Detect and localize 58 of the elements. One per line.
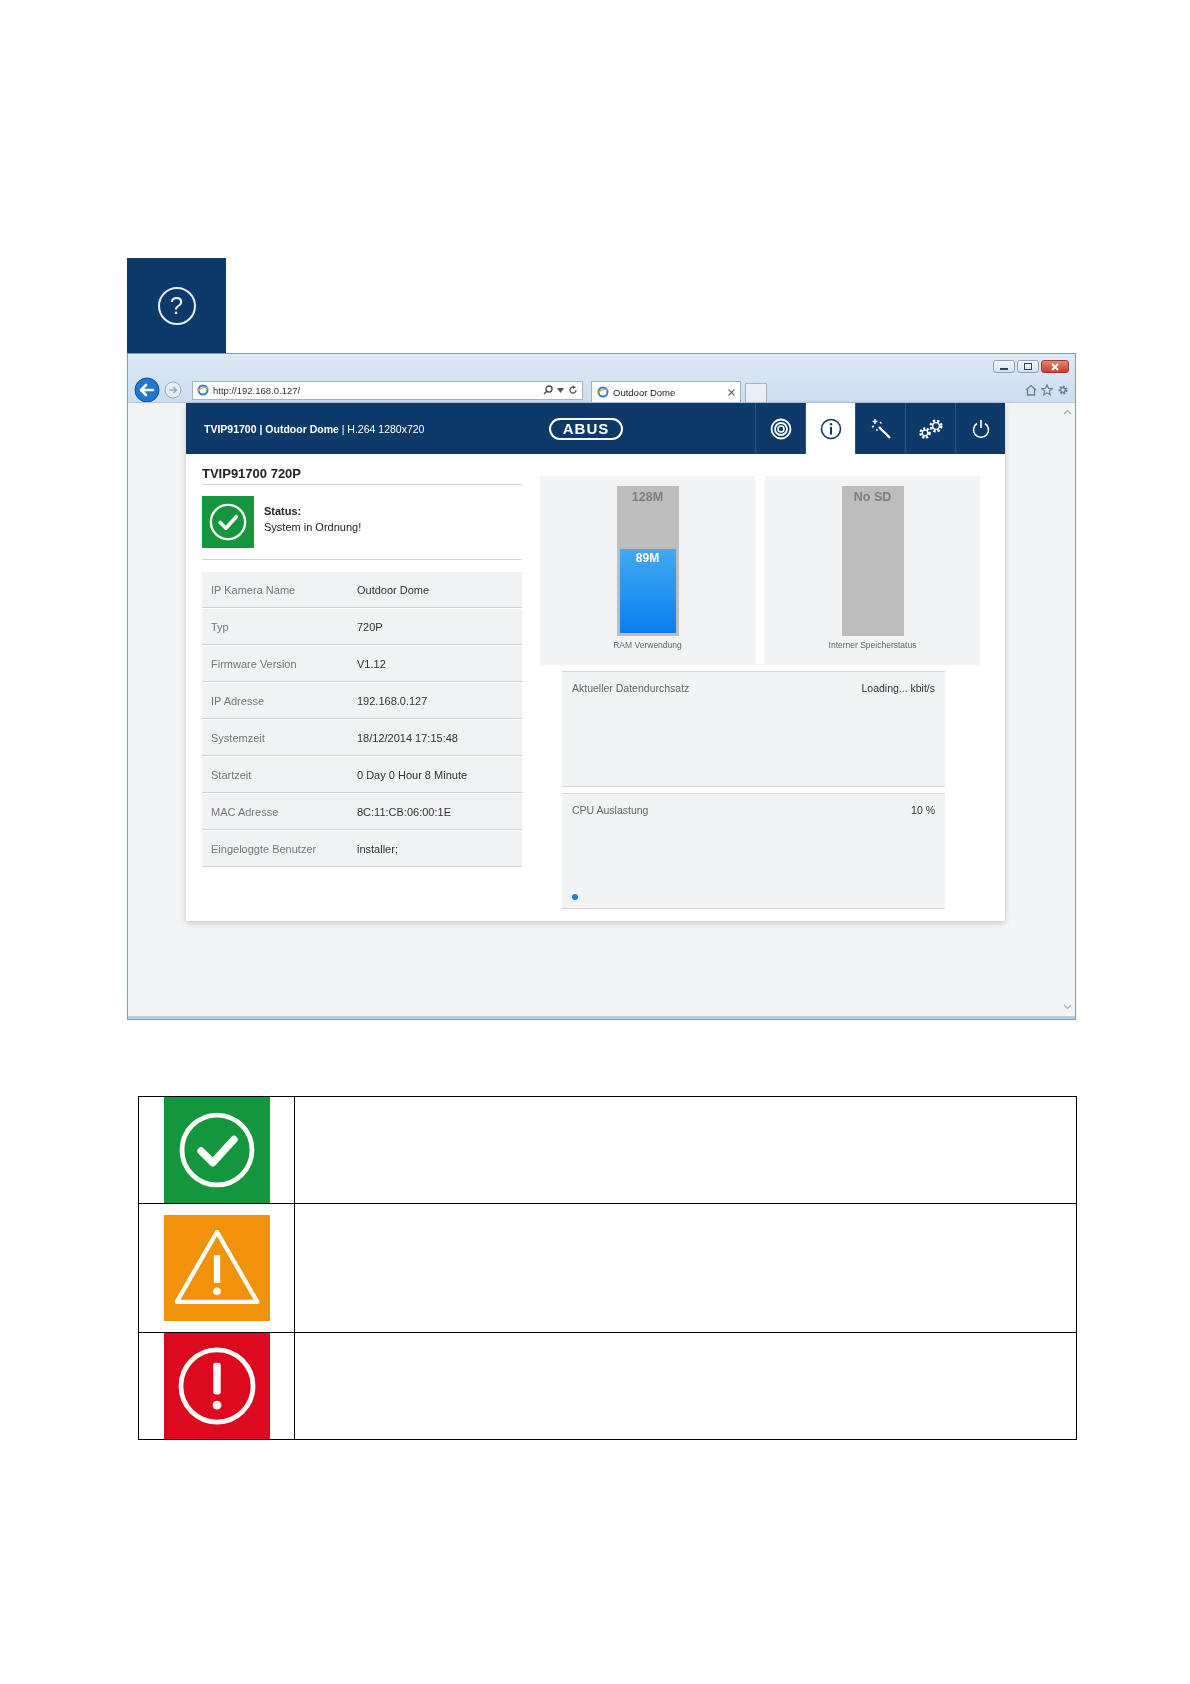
gauge-caption: Interner Speicherstatus [828,640,917,650]
error-icon [163,1333,270,1439]
maximize-button[interactable] [1017,360,1039,373]
graph-title: CPU Auslastung [572,804,649,816]
back-icon[interactable] [134,377,160,403]
check-icon [163,1097,270,1203]
device-title: TVIP91700 720P [202,466,522,485]
field-value: 192.168.0.127 [357,694,428,707]
maximize-icon [1024,363,1032,370]
field-value: installer; [357,842,398,855]
info-icon [819,417,842,440]
status-message: System in Ordnung! [264,521,362,533]
help-button[interactable]: ? [127,258,226,353]
settings-icon[interactable] [1057,384,1069,396]
field-label: IP Kamera Name [210,583,297,596]
check-icon [202,496,254,548]
warning-icon [163,1215,270,1321]
gears-icon [916,417,945,440]
status-label: Status: [264,505,303,517]
field-value: 8C:11:CB:06:00:1E [357,805,451,818]
address-field[interactable]: http://192.168.0.127/ [192,380,583,400]
header-title: TVIP91700 | Outdoor Dome | H.264 1280x720 [203,422,426,435]
graph-reading: Loading... kbit/s [861,682,935,694]
data-point [572,894,578,900]
field-value: Outdoor Dome [357,583,430,596]
field-label: IP Adresse [210,694,265,707]
gauge-total: No SD [853,489,892,504]
minimize-button[interactable] [993,360,1015,373]
magic-wand-icon [869,417,892,440]
close-icon[interactable] [728,388,735,396]
field-value: 0 Day 0 Hour 8 Minute [357,768,468,781]
field-label: Firmware Version [210,657,298,670]
browser-tab[interactable]: Outdoor Dome [591,381,741,402]
nav-tab[interactable] [805,403,855,454]
caret-icon[interactable] [557,387,564,393]
globe-icon [597,386,609,398]
logo: ABUS [549,417,623,440]
field-label: Startzeit [210,768,253,781]
gauge-value: 89M [635,550,660,567]
globe-icon [197,384,209,396]
search-icon[interactable] [543,385,553,395]
refresh-icon[interactable] [568,385,578,395]
field-value: V1.12 [357,657,386,670]
field-label: MAC Adresse [210,805,280,818]
field-value: 18/12/2014 17:15:48 [357,731,458,744]
field-label: Eingeloggte Benutzer [210,842,318,855]
gauge-caption: RAM Verwendung [613,640,682,650]
field-label: Systemzeit [210,731,266,744]
graph-title: Aktueller Datendurchsatz [572,682,690,694]
star-icon[interactable] [1041,384,1053,396]
field-label: Typ [210,620,230,633]
lens-icon [769,417,792,440]
graph-reading: 10 % [911,804,935,816]
close-button[interactable] [1041,360,1069,373]
field-value: 720P [357,620,383,633]
home-icon[interactable] [1025,384,1037,396]
gauge-total: 128M [631,489,664,504]
close-icon [1051,362,1059,371]
